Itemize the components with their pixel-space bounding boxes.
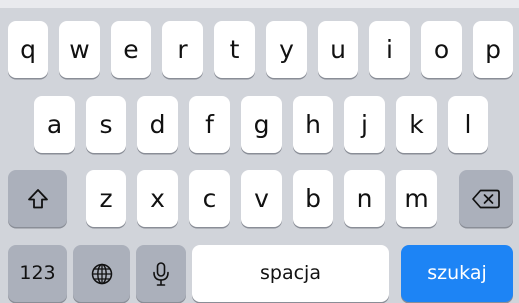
key-w[interactable]: w xyxy=(59,21,100,78)
key-x[interactable]: x xyxy=(137,170,178,227)
key-z[interactable]: z xyxy=(86,170,126,227)
key-r[interactable]: r xyxy=(162,21,203,78)
dictation-key[interactable] xyxy=(136,245,186,302)
key-u[interactable]: u xyxy=(318,21,358,78)
key-k[interactable]: k xyxy=(396,96,437,153)
key-v[interactable]: v xyxy=(241,170,282,227)
key-l[interactable]: l xyxy=(448,96,488,153)
key-t[interactable]: t xyxy=(214,21,255,78)
keyboard-top-edge xyxy=(0,0,519,8)
microphone-icon xyxy=(153,261,169,286)
shift-icon xyxy=(27,188,48,208)
key-p[interactable]: p xyxy=(473,21,513,78)
search-return-key[interactable]: szukaj xyxy=(401,245,513,302)
globe-key[interactable] xyxy=(73,245,130,302)
globe-icon xyxy=(91,263,112,284)
key-a[interactable]: a xyxy=(34,96,75,153)
key-c[interactable]: c xyxy=(189,170,230,227)
key-g[interactable]: g xyxy=(241,96,282,153)
key-y[interactable]: y xyxy=(266,21,307,78)
key-q[interactable]: q xyxy=(8,21,48,78)
key-n[interactable]: n xyxy=(344,170,385,227)
key-m[interactable]: m xyxy=(396,170,437,227)
space-key[interactable]: spacja xyxy=(192,245,389,302)
key-b[interactable]: b xyxy=(293,170,333,227)
key-o[interactable]: o xyxy=(421,21,462,78)
key-f[interactable]: f xyxy=(189,96,230,153)
backspace-icon xyxy=(472,189,500,208)
shift-key[interactable] xyxy=(8,170,67,227)
key-h[interactable]: h xyxy=(293,96,333,153)
on-screen-keyboard: q w e r t y u i o p a s d f g h j k l z … xyxy=(0,0,519,303)
numbers-key[interactable]: 123 xyxy=(8,245,67,302)
key-i[interactable]: i xyxy=(369,21,410,78)
key-s[interactable]: s xyxy=(86,96,126,153)
key-j[interactable]: j xyxy=(344,96,385,153)
key-e[interactable]: e xyxy=(111,21,151,78)
key-d[interactable]: d xyxy=(137,96,178,153)
backspace-key[interactable] xyxy=(459,170,513,227)
